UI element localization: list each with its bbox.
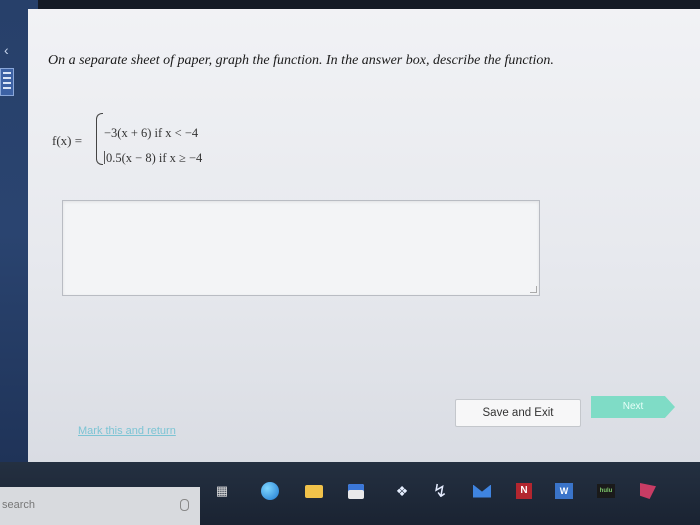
piecewise-brace — [96, 113, 103, 165]
dropbox-icon[interactable]: ❖ — [390, 480, 414, 502]
hulu-icon[interactable]: hulu — [594, 480, 618, 502]
edge-icon[interactable] — [258, 480, 282, 502]
function-label: f(x) = — [52, 133, 83, 148]
mark-and-return-link[interactable]: Mark this and return — [78, 425, 176, 437]
bolt-icon[interactable]: ↯ — [428, 480, 452, 502]
word-icon[interactable]: W — [552, 480, 576, 502]
next-button[interactable]: Next — [591, 396, 675, 418]
windows-taskbar: search ▦​ ❖ ↯ N W hulu — [0, 462, 700, 525]
microphone-icon[interactable] — [180, 499, 189, 511]
function-piece-2-text: 0.5(x − 8) if x ≥ −4 — [106, 151, 203, 165]
question-page: On a separate sheet of paper, graph the … — [28, 9, 700, 462]
answer-textarea[interactable] — [62, 200, 540, 296]
store-icon[interactable] — [344, 480, 368, 502]
search-placeholder: search — [2, 499, 36, 511]
menu-icon[interactable] — [0, 68, 14, 96]
pinned-app-icon[interactable] — [636, 480, 660, 502]
file-explorer-icon[interactable] — [302, 480, 326, 502]
question-text: On a separate sheet of paper, graph the … — [48, 53, 554, 68]
save-and-exit-button[interactable]: Save and Exit — [455, 399, 581, 427]
onenote-icon[interactable]: N — [512, 480, 536, 502]
text-cursor — [104, 151, 105, 164]
taskbar-search-box[interactable]: search — [0, 487, 200, 525]
chevron-left-icon[interactable]: ‹ — [4, 42, 9, 58]
function-piece-1: −3(x + 6) if x < −4 — [104, 126, 199, 140]
function-piece-2: 0.5(x − 8) if x ≥ −4 — [104, 151, 202, 166]
mail-icon[interactable] — [470, 480, 494, 502]
task-view-icon[interactable]: ▦​ — [210, 480, 234, 502]
